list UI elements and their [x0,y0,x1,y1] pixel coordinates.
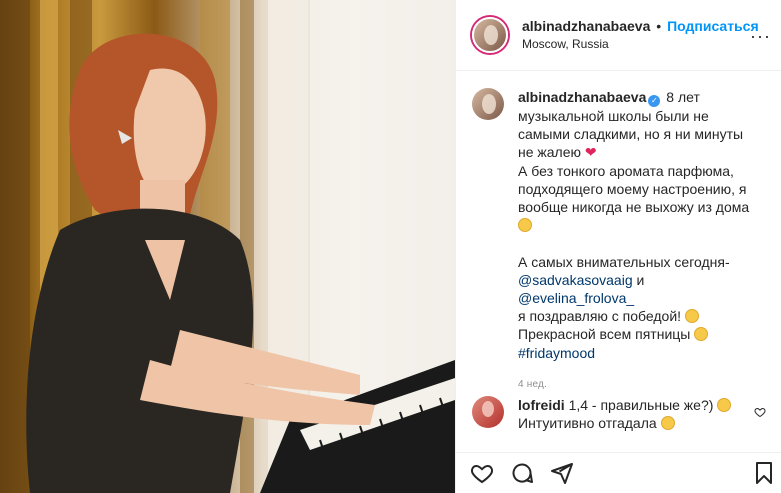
header-text: albinadzhanabaeva • Подписаться Moscow, … [522,17,759,53]
heart-outline-icon [471,464,493,484]
caption-line-3: А самых внимательных сегодня- [518,253,730,270]
post-timestamp[interactable]: 4 нед. [518,376,762,394]
heart-emoji-icon: ❤ [584,144,597,161]
share-icon [551,463,573,484]
love-face-emoji-icon [694,327,709,342]
post-sidebar: albinadzhanabaeva • Подписаться Moscow, … [455,0,781,493]
comment-button[interactable] [510,461,534,485]
mention-evelina-frolova[interactable]: @evelina_frolova_ [518,290,634,306]
verified-badge-icon: ✓ [648,95,661,107]
location-link[interactable]: Moscow, Russia [522,35,759,53]
comment-like-icon[interactable] [754,406,766,418]
caption: albinadzhanabaeva ✓ 8 лет музыкальной шко… [472,88,766,394]
comment-body: lofreidi 1,4 - правильные же?) Интуитивн… [518,396,748,432]
hashtag-fridaymood[interactable]: #fridaymood [518,345,595,361]
comment-icon [512,463,533,483]
smile-emoji-icon [518,218,532,233]
starstruck-emoji-icon [717,398,732,412]
caption-avatar[interactable] [472,88,504,120]
caption-line-2: А без тонкого аромата парфюма, подходяще… [518,162,750,216]
bookmark-icon [756,462,772,484]
author-username[interactable]: albinadzhanabaeva [522,18,650,34]
comment-text-2: Интуитивно отгадала [518,415,657,432]
share-button[interactable] [550,461,574,485]
author-avatar[interactable] [472,17,508,53]
caption-and: и [632,271,645,288]
more-options-icon[interactable]: ··· [750,26,771,47]
caption-area: albinadzhanabaeva ✓ 8 лет музыкальной шко… [456,72,781,392]
follow-button[interactable]: Подписаться [667,18,759,34]
save-button[interactable] [752,461,776,485]
comment-text-1: 1,4 - правильные же?) [568,397,714,413]
like-button[interactable] [470,461,494,485]
caption-username[interactable]: albinadzhanabaeva [518,89,646,105]
hug-emoji-icon [684,309,699,324]
commenter-username[interactable]: lofreidi [518,397,565,413]
separator-dot: • [656,18,662,34]
action-bar [456,452,781,493]
caption-line-4: я поздравляю с победой! [518,308,682,325]
commenter-avatar[interactable] [472,396,504,428]
caption-line-5: Прекрасной всем пятницы [518,326,691,343]
post-photo[interactable] [0,0,455,493]
pray-emoji-icon [660,416,675,431]
comment-item: lofreidi 1,4 - правильные же?) Интуитивн… [472,396,772,432]
header-line: albinadzhanabaeva • Подписаться [522,17,759,35]
mention-sadvakasovaaig[interactable]: @sadvakasovaaig [518,272,633,288]
photo-illustration [0,0,455,493]
post-header: albinadzhanabaeva • Подписаться Moscow, … [456,0,781,71]
instagram-post: albinadzhanabaeva • Подписаться Moscow, … [0,0,781,493]
caption-body: albinadzhanabaeva ✓ 8 лет музыкальной шко… [518,88,762,394]
